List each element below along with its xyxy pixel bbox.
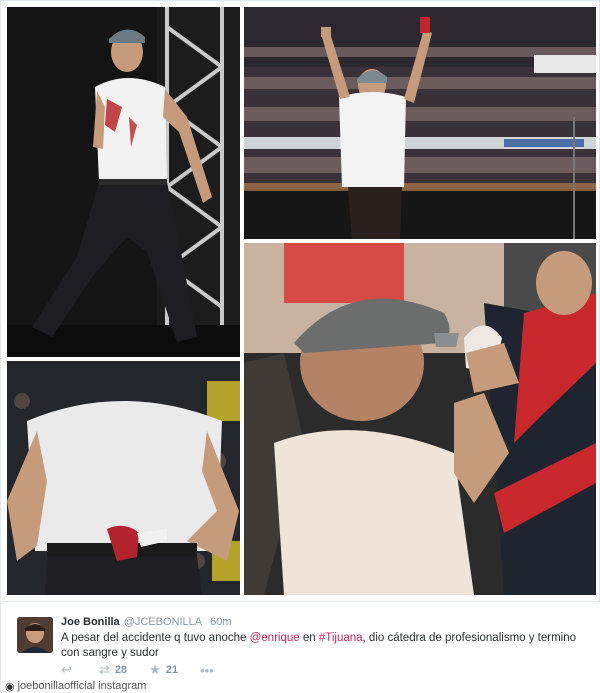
favorite-count: 21	[165, 664, 178, 676]
hashtag-link[interactable]: #Tijuana	[319, 632, 363, 644]
retweet-button[interactable]: ⇄ 28	[99, 662, 127, 678]
more-icon: •••	[199, 662, 214, 678]
author-name[interactable]: Joe Bonilla	[61, 616, 120, 628]
tweet-text-part: en	[299, 632, 319, 644]
retweet-count: 28	[114, 664, 128, 676]
author-handle[interactable]: @JCEBONILLA	[124, 616, 202, 628]
instagram-watermark: ◉ joebonillaofficial instagram	[1, 677, 153, 693]
avatar[interactable]	[17, 617, 53, 653]
post-card: Joe Bonilla @JCEBONILLA 60m A pesar del ac…	[0, 0, 600, 693]
reply-icon: ↩	[61, 662, 72, 677]
tweet-text: A pesar del accidente q tuvo anoche @enr…	[61, 631, 581, 661]
more-button[interactable]: •••	[200, 663, 219, 678]
photo-singer-on-stage[interactable]	[7, 7, 240, 357]
camera-icon: ◉	[5, 680, 15, 693]
reply-button[interactable]: ↩	[61, 662, 77, 678]
favorite-button[interactable]: ★ 21	[149, 662, 178, 678]
favorite-icon: ★	[149, 662, 161, 677]
tweet-text-part: A pesar del accidente q tuvo anoche	[61, 632, 250, 644]
tweet-time[interactable]: 60m	[210, 616, 231, 628]
retweet-icon: ⇄	[98, 662, 110, 677]
mention-link[interactable]: @enrique	[250, 632, 300, 644]
photo-singer-with-fans[interactable]	[244, 243, 596, 595]
tweet-header: Joe Bonilla @JCEBONILLA 60m	[61, 616, 232, 628]
tweet-actions: ↩ ⇄ 28 ★ 21 •••	[61, 662, 241, 678]
photo-singer-arms-raised[interactable]	[244, 7, 596, 239]
watermark-text: joebonillaofficial instagram	[17, 680, 147, 692]
photo-bloody-hand-back[interactable]	[7, 361, 240, 595]
